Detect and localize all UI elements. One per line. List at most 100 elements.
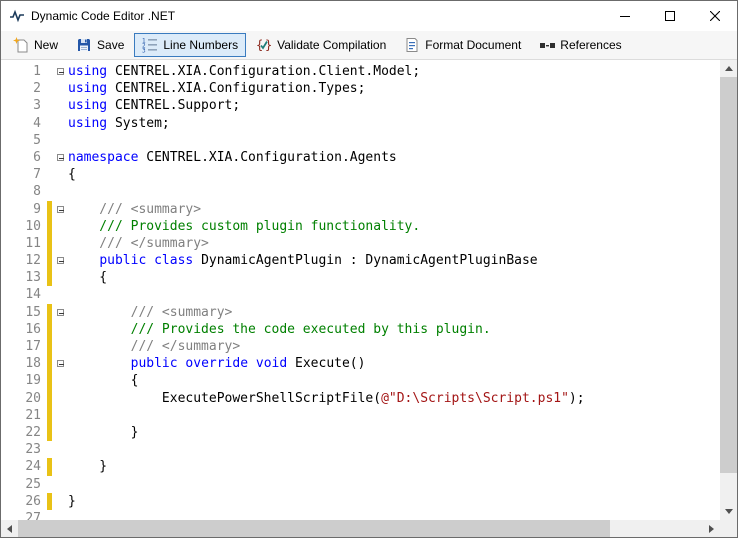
code-line: 6namespace CENTREL.XIA.Configuration.Age… bbox=[1, 149, 720, 166]
line-number: 20 bbox=[1, 390, 47, 407]
fold-collapse-icon[interactable] bbox=[57, 360, 64, 367]
fold-margin bbox=[52, 97, 68, 114]
line-number: 21 bbox=[1, 407, 47, 424]
references-button[interactable]: References bbox=[531, 33, 629, 57]
vertical-scrollbar[interactable] bbox=[720, 60, 737, 520]
validate-compilation-button[interactable]: { } Validate Compilation bbox=[248, 33, 394, 57]
fold-margin bbox=[52, 338, 68, 355]
fold-margin bbox=[52, 183, 68, 200]
line-number: 15 bbox=[1, 304, 47, 321]
code-line: 8 bbox=[1, 183, 720, 200]
code-text: /// Provides custom plugin functionality… bbox=[68, 218, 420, 235]
scroll-up-button[interactable] bbox=[720, 60, 737, 77]
line-numbers-icon: 1 2 3 bbox=[142, 37, 158, 53]
code-text: public class DynamicAgentPlugin : Dynami… bbox=[68, 252, 538, 269]
horizontal-scrollbar[interactable] bbox=[1, 520, 720, 537]
code-text: namespace CENTREL.XIA.Configuration.Agen… bbox=[68, 149, 397, 166]
line-number: 12 bbox=[1, 252, 47, 269]
code-editor[interactable]: 1 using CENTREL.XIA.Configuration.Client.… bbox=[1, 60, 720, 520]
format-document-button[interactable]: Format Document bbox=[396, 33, 529, 57]
code-line: 16 /// Provides the code executed by thi… bbox=[1, 321, 720, 338]
fold-margin bbox=[52, 115, 68, 132]
fold-collapse-icon[interactable] bbox=[57, 154, 64, 161]
line-number: 19 bbox=[1, 372, 47, 389]
code-line: 20 ExecutePowerShellScriptFile(@"D:\Scri… bbox=[1, 390, 720, 407]
fold-collapse-icon[interactable] bbox=[57, 309, 64, 316]
line-number: 27 bbox=[1, 510, 47, 520]
close-button[interactable] bbox=[692, 1, 737, 31]
line-number: 17 bbox=[1, 338, 47, 355]
svg-text:3: 3 bbox=[142, 48, 146, 54]
fold-margin bbox=[52, 63, 68, 80]
line-number: 25 bbox=[1, 476, 47, 493]
scroll-right-button[interactable] bbox=[703, 520, 720, 537]
code-line: 4using System; bbox=[1, 115, 720, 132]
line-number: 11 bbox=[1, 235, 47, 252]
fold-margin bbox=[52, 390, 68, 407]
line-number: 7 bbox=[1, 166, 47, 183]
new-button[interactable]: New bbox=[5, 33, 66, 57]
code-line: 13 { bbox=[1, 269, 720, 286]
code-line: 27 bbox=[1, 510, 720, 520]
line-number: 1 bbox=[1, 63, 47, 80]
line-number: 26 bbox=[1, 493, 47, 510]
code-text: public override void Execute() bbox=[68, 355, 365, 372]
validate-compilation-icon: { } bbox=[256, 37, 272, 53]
code-text: using System; bbox=[68, 115, 170, 132]
fold-margin bbox=[52, 372, 68, 389]
minimize-button[interactable] bbox=[602, 1, 647, 31]
fold-margin bbox=[52, 441, 68, 458]
code-line: 7{ bbox=[1, 166, 720, 183]
line-number: 13 bbox=[1, 269, 47, 286]
fold-margin bbox=[52, 458, 68, 475]
fold-collapse-icon[interactable] bbox=[57, 68, 64, 75]
code-line: 9 /// <summary> bbox=[1, 201, 720, 218]
validate-compilation-label: Validate Compilation bbox=[277, 38, 386, 52]
new-document-icon bbox=[13, 37, 29, 53]
scroll-down-button[interactable] bbox=[720, 503, 737, 520]
maximize-button[interactable] bbox=[647, 1, 692, 31]
format-document-label: Format Document bbox=[425, 38, 521, 52]
code-line: 14 bbox=[1, 286, 720, 303]
fold-collapse-icon[interactable] bbox=[57, 206, 64, 213]
code-line: 10 /// Provides custom plugin functional… bbox=[1, 218, 720, 235]
fold-margin bbox=[52, 166, 68, 183]
window-title: Dynamic Code Editor .NET bbox=[31, 9, 602, 23]
save-button[interactable]: Save bbox=[68, 33, 132, 57]
vertical-scroll-thumb[interactable] bbox=[720, 77, 737, 473]
line-number: 24 bbox=[1, 458, 47, 475]
line-number: 16 bbox=[1, 321, 47, 338]
maximize-icon bbox=[665, 11, 675, 21]
close-icon bbox=[710, 11, 720, 21]
fold-margin bbox=[52, 493, 68, 510]
format-document-icon bbox=[404, 37, 420, 53]
new-button-label: New bbox=[34, 38, 58, 52]
save-button-label: Save bbox=[97, 38, 124, 52]
code-text: using CENTREL.Support; bbox=[68, 97, 240, 114]
horizontal-scroll-thumb[interactable] bbox=[18, 520, 610, 537]
fold-margin bbox=[52, 235, 68, 252]
caption-buttons bbox=[602, 1, 737, 31]
code-text: /// </summary> bbox=[68, 338, 240, 355]
scroll-left-button[interactable] bbox=[1, 520, 18, 537]
code-text: using CENTREL.XIA.Configuration.Client.M… bbox=[68, 63, 420, 80]
title-bar[interactable]: Dynamic Code Editor .NET bbox=[1, 1, 737, 31]
line-number: 2 bbox=[1, 80, 47, 97]
fold-margin bbox=[52, 252, 68, 269]
references-icon bbox=[539, 37, 555, 53]
line-number: 22 bbox=[1, 424, 47, 441]
line-number: 23 bbox=[1, 441, 47, 458]
line-numbers-toggle[interactable]: 1 2 3 Line Numbers bbox=[134, 33, 246, 57]
line-number: 18 bbox=[1, 355, 47, 372]
scroll-right-arrow-icon bbox=[709, 525, 714, 533]
fold-margin bbox=[52, 407, 68, 424]
code-text: { bbox=[68, 372, 138, 389]
line-number: 8 bbox=[1, 183, 47, 200]
code-text: } bbox=[68, 458, 107, 475]
code-text: /// <summary> bbox=[68, 201, 201, 218]
line-number: 3 bbox=[1, 97, 47, 114]
code-text: using CENTREL.XIA.Configuration.Types; bbox=[68, 80, 365, 97]
svg-text:{: { bbox=[256, 38, 263, 52]
fold-collapse-icon[interactable] bbox=[57, 257, 64, 264]
code-line: 1 using CENTREL.XIA.Configuration.Client.… bbox=[1, 63, 720, 80]
